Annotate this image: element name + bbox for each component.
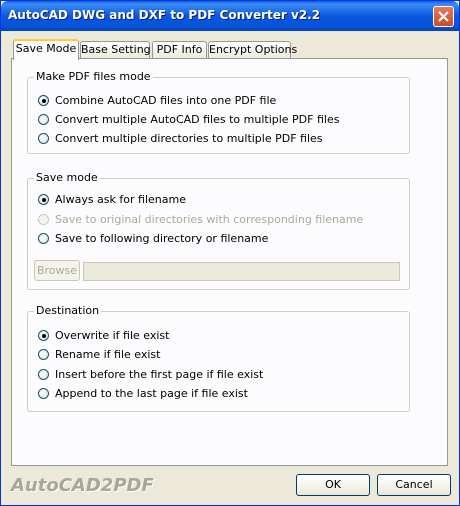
cancel-button[interactable]: Cancel (377, 474, 451, 496)
app-logo-text: AutoCAD2PDF (11, 475, 154, 496)
radio-button-checked[interactable] (38, 330, 49, 341)
close-button[interactable] (433, 6, 454, 27)
radio-button[interactable] (38, 388, 49, 399)
tab-save-mode[interactable]: Save Mode (13, 39, 79, 60)
radio-label: Overwrite if file exist (55, 329, 170, 342)
radio-label: Save to following directory or filename (55, 232, 269, 245)
radio-button-checked[interactable] (38, 194, 49, 205)
tab-pdf-info[interactable]: PDF Info (152, 41, 207, 59)
group-destination: Destination Overwrite if file exist Rena… (27, 304, 410, 412)
radio-label: Rename if file exist (55, 348, 161, 361)
radio-label: Save to original directories with corres… (55, 213, 364, 226)
group-legend: Make PDF files mode (34, 70, 153, 83)
window-title: AutoCAD DWG and DXF to PDF Converter v2.… (8, 8, 321, 22)
tab-panel-save-mode: Make PDF files mode Combine AutoCAD file… (11, 58, 448, 466)
radio-label: Insert before the first page if file exi… (55, 368, 264, 381)
group-make-pdf-mode: Make PDF files mode Combine AutoCAD file… (27, 70, 410, 154)
radio-button[interactable] (38, 233, 49, 244)
group-legend: Save mode (34, 171, 100, 184)
browse-button[interactable]: Browse (34, 260, 80, 281)
group-legend: Destination (34, 304, 102, 317)
tab-base-setting[interactable]: Base Setting (80, 41, 151, 59)
dialog-window: AutoCAD DWG and DXF to PDF Converter v2.… (0, 0, 460, 506)
tab-encrypt-options[interactable]: Encrypt Options (208, 41, 297, 59)
radio-label: Convert multiple directories to multiple… (55, 132, 323, 145)
radio-button[interactable] (38, 369, 49, 380)
radio-button[interactable] (38, 349, 49, 360)
radio-label: Always ask for filename (55, 193, 186, 206)
radio-label: Combine AutoCAD files into one PDF file (55, 94, 277, 107)
radio-button-checked[interactable] (38, 95, 49, 106)
close-icon (438, 11, 449, 22)
radio-label: Convert multiple AutoCAD files to multip… (55, 113, 340, 126)
path-field[interactable] (83, 262, 400, 281)
radio-button-disabled (38, 214, 49, 225)
radio-button[interactable] (38, 114, 49, 125)
ok-button[interactable]: OK (296, 474, 370, 496)
radio-button[interactable] (38, 133, 49, 144)
group-save-mode: Save mode Always ask for filename Save t… (27, 171, 410, 290)
radio-label: Append to the last page if file exist (55, 387, 248, 400)
title-bar[interactable]: AutoCAD DWG and DXF to PDF Converter v2.… (1, 1, 459, 31)
